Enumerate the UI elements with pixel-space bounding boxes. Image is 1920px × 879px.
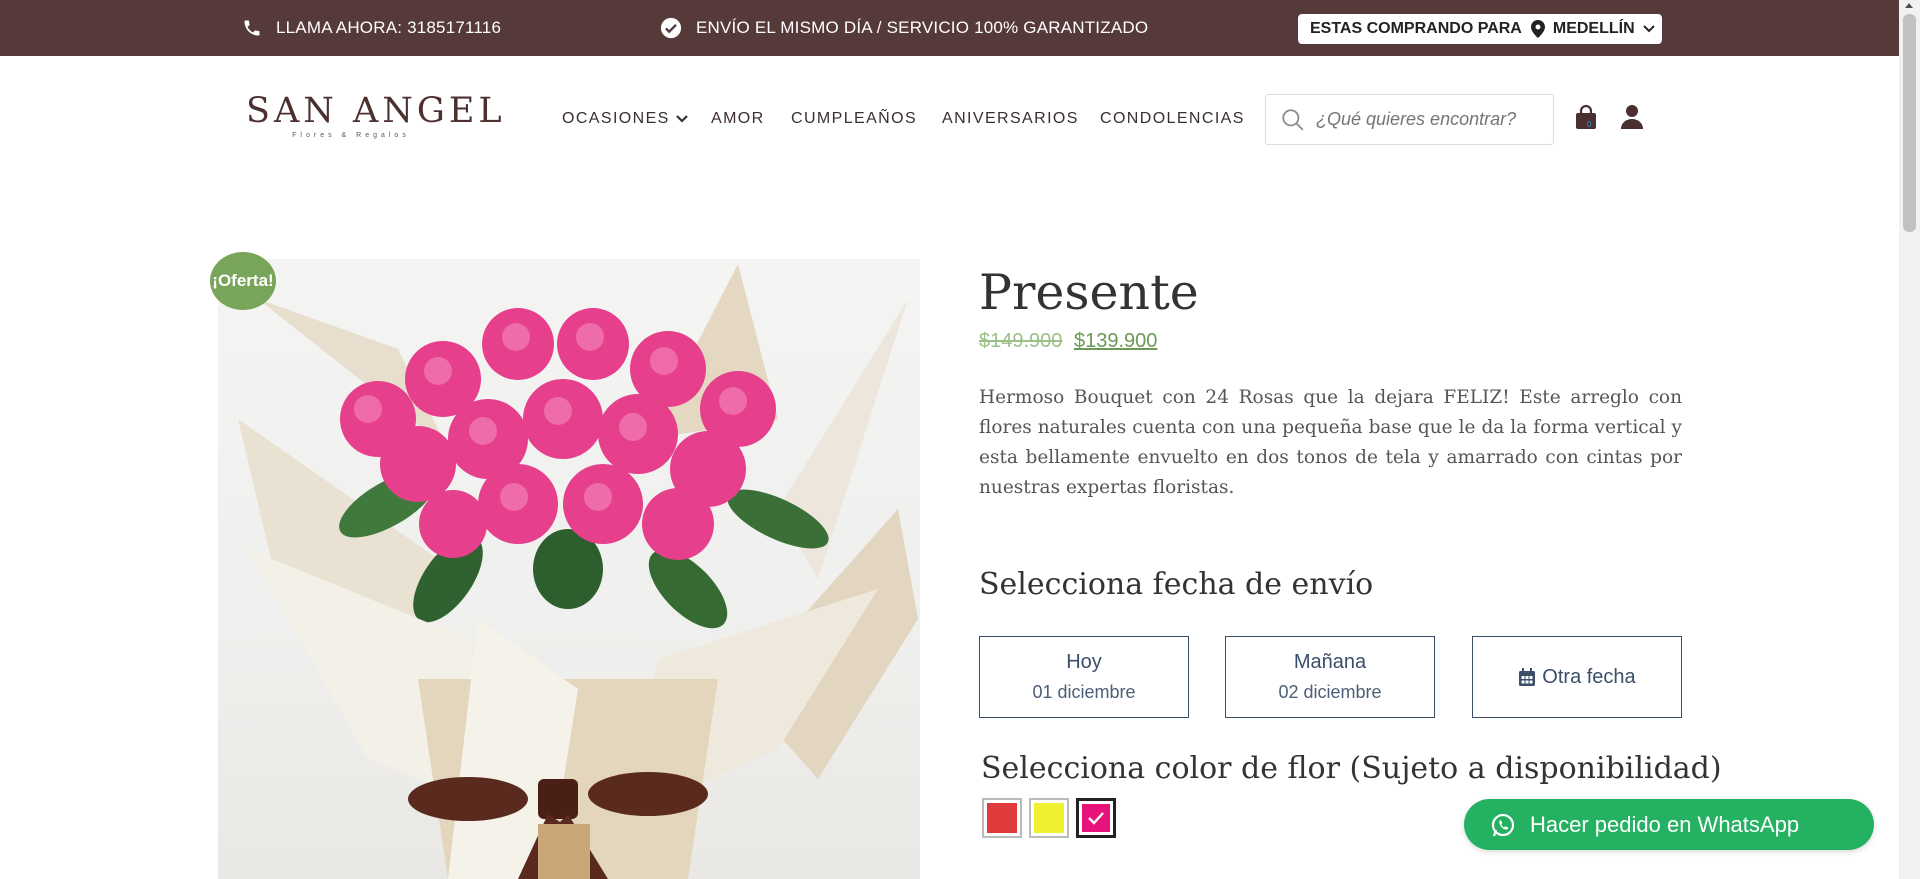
date-option-other-label: Otra fecha (1518, 666, 1636, 689)
scroll-up-arrow-icon[interactable] (1905, 3, 1913, 8)
nav-item-ocasiones[interactable]: OCASIONES (562, 110, 688, 128)
delivery-heading: Selecciona fecha de envío (979, 567, 1374, 602)
city-selector[interactable]: ESTAS COMPRANDO PARA MEDELLÍN (1298, 14, 1662, 44)
check-icon (1088, 812, 1104, 825)
date-option-tomorrow[interactable]: Mañana 02 diciembre (1225, 636, 1435, 718)
product-description: Hermoso Bouquet con 24 Rosas que la deja… (979, 387, 1682, 498)
price-block: $149.900 $139.900 (979, 330, 1157, 353)
shopping-bag-icon (1574, 104, 1598, 135)
old-price: $149.900 (979, 330, 1063, 352)
date-option-date: 01 diciembre (1032, 682, 1136, 702)
top-announcement-bar: LLAMA AHORA: 3185171116 ENVÍO EL MISMO D… (0, 0, 1899, 56)
whatsapp-label: Hacer pedido en WhatsApp (1530, 811, 1800, 837)
shipping-text: ENVÍO EL MISMO DÍA / SERVICIO 100% GARAN… (696, 18, 1149, 37)
date-option-label: Mañana (1293, 651, 1367, 673)
color-heading: Selecciona color de flor (Sujeto a dispo… (981, 751, 1722, 786)
search-icon (1280, 107, 1306, 133)
sale-badge: ¡Oferta! (210, 252, 276, 310)
date-option-other[interactable]: Otra fecha (1472, 636, 1682, 718)
search-input[interactable] (1316, 109, 1546, 130)
whatsapp-icon (1491, 813, 1515, 836)
chevron-down-icon (675, 115, 688, 123)
city-prefix: ESTAS COMPRANDO PARA (1310, 20, 1522, 37)
nav-item-amor[interactable]: AMOR (711, 110, 765, 128)
phone-link[interactable]: LLAMA AHORA: 3185171116 (242, 0, 501, 56)
phone-text: LLAMA AHORA: 3185171116 (276, 18, 502, 37)
nav-item-condolencias[interactable]: CONDOLENCIAS (1100, 110, 1245, 128)
whatsapp-order-button[interactable]: Hacer pedido en WhatsApp (1464, 799, 1874, 850)
city-name: MEDELLÍN (1552, 20, 1635, 37)
shipping-notice: ENVÍO EL MISMO DÍA / SERVICIO 100% GARAN… (660, 0, 1148, 56)
product-image[interactable] (218, 259, 920, 879)
search-box[interactable] (1265, 94, 1554, 145)
color-swatch-yellow[interactable] (1029, 798, 1069, 838)
logo-name: SAN ANGEL (246, 91, 506, 131)
calendar-icon (1519, 667, 1536, 686)
phone-icon (242, 18, 262, 38)
swatch-fill (987, 803, 1017, 833)
date-option-today[interactable]: Hoy 01 diciembre (979, 636, 1189, 718)
site-logo[interactable]: SAN ANGEL Flores & Regalos (246, 91, 506, 148)
product-title: Presente (979, 264, 1199, 321)
color-swatch-pink[interactable] (1076, 798, 1116, 838)
map-pin-icon (1530, 20, 1545, 38)
nav-item-label: OCASIONES (562, 110, 670, 127)
chevron-down-icon (1642, 25, 1655, 33)
date-option-date: 02 diciembre (1278, 682, 1382, 702)
date-option-label: Hoy (1066, 651, 1102, 673)
user-icon (1620, 105, 1644, 134)
sale-price: $139.900 (1073, 330, 1158, 352)
check-circle-icon (660, 17, 682, 39)
cart-count: 0 (1587, 120, 1592, 129)
cart-button[interactable]: 0 (1574, 104, 1602, 135)
color-swatch-red[interactable] (982, 798, 1022, 838)
swatch-fill (1034, 803, 1064, 833)
nav-item-aniversarios[interactable]: ANIVERSARIOS (942, 110, 1079, 128)
logo-tagline: Flores & Regalos (292, 132, 410, 139)
nav-item-cumpleanos[interactable]: CUMPLEAÑOS (791, 110, 917, 128)
page-scrollbar[interactable] (1899, 0, 1920, 879)
swatch-fill (1082, 804, 1110, 832)
scrollbar-thumb[interactable] (1903, 14, 1916, 232)
account-button[interactable] (1620, 104, 1646, 132)
